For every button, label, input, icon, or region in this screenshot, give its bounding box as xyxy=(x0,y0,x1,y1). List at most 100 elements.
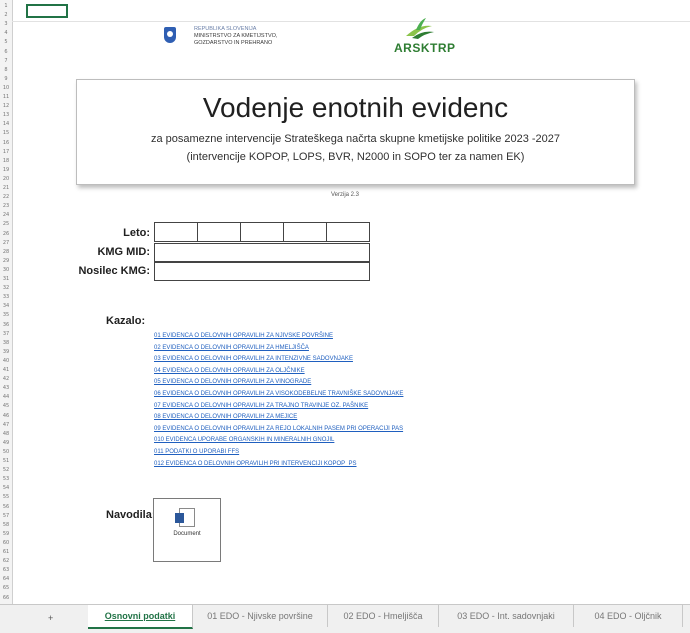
kazalo-link-01[interactable]: 01 EVIDENCA O DELOVNIH OPRAVILIH ZA NJIV… xyxy=(154,331,554,343)
row-number[interactable]: 59 xyxy=(0,530,12,539)
leto-cell[interactable] xyxy=(327,223,369,241)
row-number[interactable]: 17 xyxy=(0,148,12,157)
row-number[interactable]: 43 xyxy=(0,384,12,393)
row-number[interactable]: 34 xyxy=(0,302,12,311)
row-number[interactable]: 27 xyxy=(0,239,12,248)
row-number[interactable]: 37 xyxy=(0,330,12,339)
row-number[interactable]: 38 xyxy=(0,339,12,348)
row-number[interactable]: 66 xyxy=(0,594,12,603)
row-number[interactable]: 24 xyxy=(0,211,12,220)
kazalo-link-011[interactable]: 011 PODATKI O UPORABI FFS xyxy=(154,447,554,459)
row-number[interactable]: 45 xyxy=(0,402,12,411)
row-number[interactable]: 30 xyxy=(0,266,12,275)
row-number[interactable]: 44 xyxy=(0,393,12,402)
row-number[interactable]: 56 xyxy=(0,503,12,512)
row-number[interactable]: 19 xyxy=(0,166,12,175)
row-number[interactable]: 26 xyxy=(0,230,12,239)
row-number[interactable]: 13 xyxy=(0,111,12,120)
title-subtitle-1: za posamezne intervencije Strateškega na… xyxy=(150,133,561,145)
row-number[interactable]: 18 xyxy=(0,157,12,166)
row-number[interactable]: 49 xyxy=(0,439,12,448)
row-number[interactable]: 63 xyxy=(0,566,12,575)
row-number[interactable]: 15 xyxy=(0,129,12,138)
nosilec-kmg-field[interactable] xyxy=(154,262,370,281)
kazalo-link-012[interactable]: 012 EVIDENCA O DELOVNIH OPRAVILIH PRI IN… xyxy=(154,459,554,471)
leto-input-group[interactable] xyxy=(154,222,370,242)
row-number[interactable]: 51 xyxy=(0,457,12,466)
kazalo-link-010[interactable]: 010 EVIDENCA UPORABE ORGANSKIH IN MINERA… xyxy=(154,435,554,447)
row-number[interactable]: 62 xyxy=(0,557,12,566)
row-number[interactable]: 16 xyxy=(0,139,12,148)
row-number[interactable]: 46 xyxy=(0,412,12,421)
row-number[interactable]: 22 xyxy=(0,193,12,202)
row-number[interactable]: 65 xyxy=(0,584,12,593)
row-number[interactable]: 29 xyxy=(0,257,12,266)
tab-04-edo-oljcnik[interactable]: 04 EDO - Oljčnik xyxy=(574,605,683,627)
embedded-document-object[interactable]: Document xyxy=(153,498,221,562)
row-number[interactable]: 4 xyxy=(0,29,12,38)
ministry-line-2: MINISTRSTVO ZA KMETIJSTVO, xyxy=(194,33,278,39)
row-number[interactable]: 14 xyxy=(0,120,12,129)
row-number[interactable]: 35 xyxy=(0,311,12,320)
embedded-document-label: Document xyxy=(173,531,201,537)
sheet-tab-bar: + Osnovni podatki 01 EDO - Njivske površ… xyxy=(0,604,690,633)
row-number[interactable]: 41 xyxy=(0,366,12,375)
kazalo-link-06[interactable]: 06 EVIDENCA O DELOVNIH OPRAVILIH ZA VISO… xyxy=(154,389,554,401)
row-number[interactable]: 40 xyxy=(0,357,12,366)
kazalo-link-07[interactable]: 07 EVIDENCA O DELOVNIH OPRAVILIH ZA TRAJ… xyxy=(154,401,554,413)
row-number[interactable]: 8 xyxy=(0,66,12,75)
row-number[interactable]: 36 xyxy=(0,321,12,330)
row-number[interactable]: 6 xyxy=(0,48,12,57)
row-number[interactable]: 42 xyxy=(0,375,12,384)
row-number[interactable]: 52 xyxy=(0,466,12,475)
row-number[interactable]: 55 xyxy=(0,493,12,502)
row-number[interactable]: 2 xyxy=(0,11,12,20)
row-number[interactable]: 47 xyxy=(0,421,12,430)
row-header: 1 2 3 4 5 6 7 8 9 10 11 12 13 14 15 16 17 18 19 20 21 22 23 24 2… xyxy=(0,0,13,604)
kmg-mid-field[interactable] xyxy=(154,243,370,262)
row-number[interactable]: 53 xyxy=(0,475,12,484)
row-number[interactable]: 21 xyxy=(0,184,12,193)
row-number[interactable]: 5 xyxy=(0,38,12,47)
leto-cell[interactable] xyxy=(198,223,241,241)
row-number[interactable]: 31 xyxy=(0,275,12,284)
row-number[interactable]: 54 xyxy=(0,484,12,493)
tab-03-edo-sadovnjaki[interactable]: 03 EDO - Int. sadovnjaki xyxy=(439,605,574,627)
leto-cell[interactable] xyxy=(284,223,327,241)
leto-cell[interactable] xyxy=(155,223,198,241)
row-number[interactable]: 7 xyxy=(0,57,12,66)
tab-01-edo-njivske[interactable]: 01 EDO - Njivske površine xyxy=(193,605,328,627)
row-number[interactable]: 39 xyxy=(0,348,12,357)
tab-osnovni-podatki[interactable]: Osnovni podatki xyxy=(88,605,193,629)
row-number[interactable]: 20 xyxy=(0,175,12,184)
add-sheet-icon[interactable]: + xyxy=(48,613,53,623)
row-number[interactable]: 64 xyxy=(0,575,12,584)
title-box: Vodenje enotnih evidenc za posamezne int… xyxy=(76,79,635,185)
row-number[interactable]: 9 xyxy=(0,75,12,84)
row-number[interactable]: 3 xyxy=(0,20,12,29)
row-number[interactable]: 61 xyxy=(0,548,12,557)
row-number[interactable]: 50 xyxy=(0,448,12,457)
active-cell-a1[interactable] xyxy=(26,4,68,18)
kazalo-link-05[interactable]: 05 EVIDENCA O DELOVNIH OPRAVILIH ZA VINO… xyxy=(154,377,554,389)
row-number[interactable]: 23 xyxy=(0,202,12,211)
row-number[interactable]: 48 xyxy=(0,430,12,439)
kazalo-link-08[interactable]: 08 EVIDENCA O DELOVNIH OPRAVILIH ZA MEJI… xyxy=(154,412,554,424)
row-number[interactable]: 10 xyxy=(0,84,12,93)
row-number[interactable]: 11 xyxy=(0,93,12,102)
kazalo-link-09[interactable]: 09 EVIDENCA O DELOVNIH OPRAVILIH ZA REJO… xyxy=(154,424,554,436)
row-number[interactable]: 60 xyxy=(0,539,12,548)
row-number[interactable]: 58 xyxy=(0,521,12,530)
tab-02-edo-hmeljisca[interactable]: 02 EDO - Hmeljišča xyxy=(328,605,439,627)
kazalo-link-04[interactable]: 04 EVIDENCA O DELOVNIH OPRAVILIH ZA OLJČ… xyxy=(154,366,554,378)
row-number[interactable]: 25 xyxy=(0,220,12,229)
row-number[interactable]: 33 xyxy=(0,293,12,302)
kazalo-link-02[interactable]: 02 EVIDENCA O DELOVNIH OPRAVILIH ZA HMEL… xyxy=(154,343,554,355)
leto-cell[interactable] xyxy=(241,223,284,241)
row-number[interactable]: 57 xyxy=(0,512,12,521)
row-number[interactable]: 32 xyxy=(0,284,12,293)
row-number[interactable]: 28 xyxy=(0,248,12,257)
row-number[interactable]: 1 xyxy=(0,2,12,11)
row-number[interactable]: 12 xyxy=(0,102,12,111)
kazalo-link-03[interactable]: 03 EVIDENCA O DELOVNIH OPRAVILIH ZA INTE… xyxy=(154,354,554,366)
